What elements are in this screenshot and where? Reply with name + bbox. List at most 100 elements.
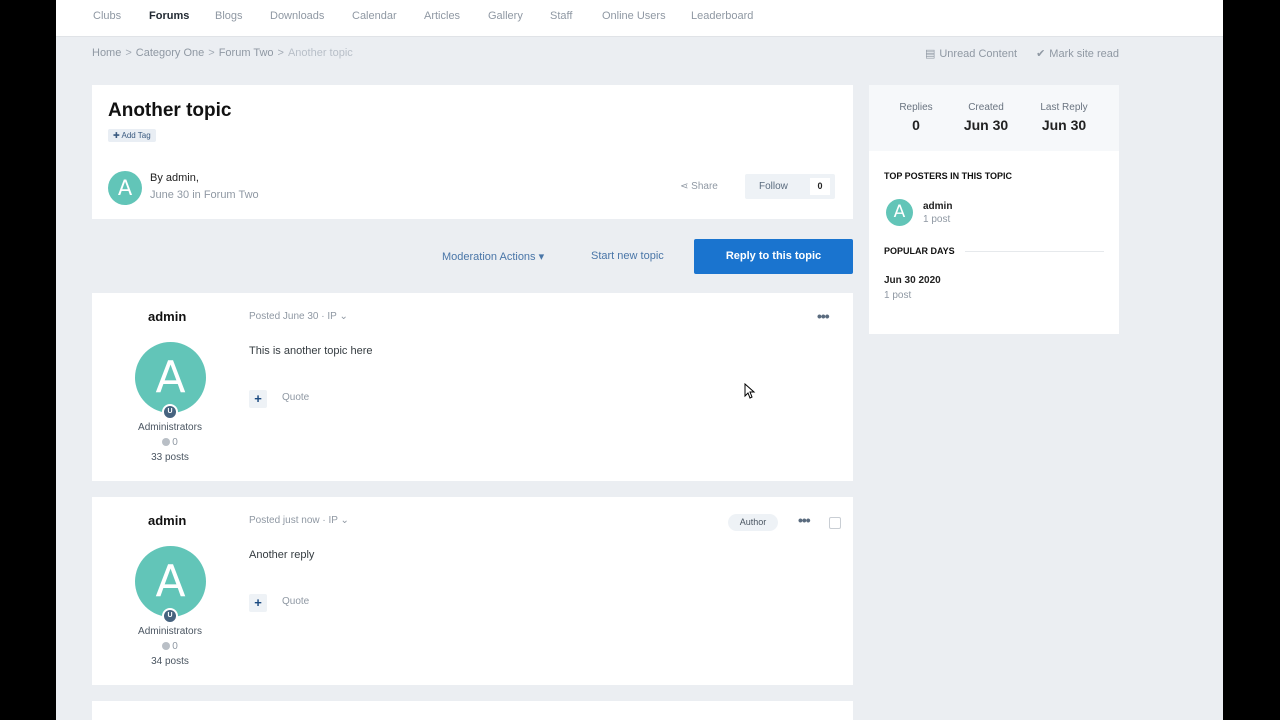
admin-badge-icon: U bbox=[162, 608, 178, 624]
popular-day-date[interactable]: Jun 30 2020 bbox=[884, 275, 941, 286]
nav-gallery[interactable]: Gallery bbox=[488, 10, 523, 22]
mark-site-read-link[interactable]: ✔ Mark site read bbox=[1036, 48, 1119, 60]
stat-value: 0 bbox=[912, 117, 920, 133]
avatar[interactable]: A bbox=[886, 199, 913, 226]
reputation: 0 bbox=[92, 437, 248, 448]
post-meta[interactable]: Posted just now · IP ⌄ bbox=[249, 515, 349, 526]
breadcrumb: Home > Category One > Forum Two > Another topi… bbox=[92, 47, 357, 59]
nav-staff[interactable]: Staff bbox=[550, 10, 572, 22]
reputation: 0 bbox=[92, 641, 248, 652]
chevron-right-icon: > bbox=[125, 47, 132, 59]
add-tag-label: Add Tag bbox=[121, 131, 151, 140]
select-post-checkbox[interactable] bbox=[829, 517, 841, 529]
topic-header: Another topic ✚ Add Tag A By admin, June… bbox=[92, 85, 853, 219]
post-count: 33 posts bbox=[151, 452, 189, 463]
follow-button[interactable]: Follow 0 bbox=[745, 174, 835, 199]
breadcrumb-category[interactable]: Category One bbox=[136, 47, 204, 59]
reply-to-topic-button[interactable]: Reply to this topic bbox=[694, 239, 853, 274]
nav-online-users[interactable]: Online Users bbox=[602, 10, 666, 22]
quote-button[interactable]: Quote bbox=[282, 596, 309, 607]
popular-day-posts: 1 post bbox=[884, 290, 912, 301]
chevron-down-icon: ⌄ bbox=[339, 311, 348, 322]
post: admin A U Administrators 0 34 posts Post… bbox=[92, 497, 853, 685]
stat-label: Replies bbox=[899, 102, 933, 113]
nav-forums[interactable]: Forums bbox=[149, 10, 189, 22]
post-meta[interactable]: Posted June 30 · IP ⌄ bbox=[249, 311, 348, 322]
reputation-value: 0 bbox=[172, 437, 178, 448]
mouse-cursor-icon bbox=[744, 383, 756, 399]
stat-label: Created bbox=[968, 102, 1004, 113]
chevron-right-icon: > bbox=[208, 47, 215, 59]
nav-downloads[interactable]: Downloads bbox=[270, 10, 324, 22]
plus-icon: ✚ bbox=[113, 131, 120, 140]
topic-sidebar: TOP POSTERS IN THIS TOPIC A admin 1 post… bbox=[869, 151, 1119, 334]
popular-days-heading: POPULAR DAYS bbox=[884, 246, 955, 256]
breadcrumb-current: Another topic bbox=[287, 47, 353, 59]
post: admin A U Administrators 0 33 posts Post… bbox=[92, 293, 853, 481]
avatar[interactable]: A bbox=[108, 171, 142, 205]
avatar[interactable]: A bbox=[135, 546, 206, 617]
breadcrumb-home[interactable]: Home bbox=[92, 47, 121, 59]
post-body: Another reply bbox=[249, 549, 315, 561]
avatar[interactable]: A bbox=[135, 342, 206, 413]
admin-badge-icon: U bbox=[162, 404, 178, 420]
divider bbox=[965, 251, 1104, 252]
nav-leaderboard[interactable]: Leaderboard bbox=[691, 10, 753, 22]
unread-content-label: Unread Content bbox=[939, 48, 1018, 60]
start-new-topic-link[interactable]: Start new topic bbox=[591, 250, 664, 262]
follow-count: 0 bbox=[810, 178, 830, 195]
moderation-actions-menu[interactable]: Moderation Actions ▾ bbox=[442, 250, 544, 263]
top-navigation: Clubs Forums Blogs Downloads Calendar Ar… bbox=[56, 0, 1223, 37]
stat-value: Jun 30 bbox=[1041, 117, 1087, 133]
chevron-down-icon: ⌄ bbox=[340, 515, 349, 526]
more-options-icon[interactable]: ••• bbox=[798, 512, 811, 528]
post-count: 34 posts bbox=[151, 656, 189, 667]
stat-replies: Replies 0 bbox=[881, 102, 951, 133]
stat-value: Jun 30 bbox=[963, 117, 1009, 133]
add-tag-button[interactable]: ✚ Add Tag bbox=[108, 129, 156, 142]
topic-author[interactable]: By admin, bbox=[150, 172, 199, 184]
reputation-value: 0 bbox=[172, 641, 178, 652]
share-label: Share bbox=[691, 181, 718, 192]
check-icon: ✔ bbox=[1036, 48, 1046, 60]
page-title: Another topic bbox=[108, 100, 232, 121]
post-body: This is another topic here bbox=[249, 345, 373, 357]
post-author[interactable]: admin bbox=[148, 513, 186, 528]
multiquote-button[interactable]: + bbox=[249, 390, 267, 408]
post-author[interactable]: admin bbox=[148, 309, 186, 324]
caret-down-icon: ▾ bbox=[538, 251, 545, 263]
nav-clubs[interactable]: Clubs bbox=[93, 10, 121, 22]
nav-calendar[interactable]: Calendar bbox=[352, 10, 397, 22]
stat-last-reply: Last Reply Jun 30 bbox=[1029, 102, 1099, 133]
stat-label: Last Reply bbox=[1040, 102, 1088, 113]
post-meta-label: Posted June 30 · IP bbox=[249, 311, 337, 322]
chevron-right-icon: > bbox=[277, 47, 284, 59]
user-group: Administrators bbox=[138, 422, 202, 433]
moderation-actions-label: Moderation Actions bbox=[442, 251, 536, 263]
author-badge: Author bbox=[728, 514, 778, 531]
reputation-dot-icon bbox=[162, 642, 171, 650]
mark-site-read-label: Mark site read bbox=[1049, 48, 1119, 60]
nav-articles[interactable]: Articles bbox=[424, 10, 460, 22]
share-icon: ⋖ bbox=[680, 181, 689, 192]
share-button[interactable]: ⋖ Share bbox=[680, 181, 718, 192]
nav-blogs[interactable]: Blogs bbox=[215, 10, 243, 22]
topic-stats: Replies 0 Created Jun 30 Last Reply Jun … bbox=[869, 85, 1119, 151]
post-meta-label: Posted just now · IP bbox=[249, 515, 338, 526]
page: Clubs Forums Blogs Downloads Calendar Ar… bbox=[56, 0, 1223, 720]
unread-content-link[interactable]: ▤ Unread Content bbox=[925, 48, 1017, 60]
breadcrumb-actions: ▤ Unread Content ✔ Mark site read bbox=[909, 47, 1119, 60]
stat-created: Created Jun 30 bbox=[951, 102, 1021, 133]
topic-date-forum: June 30 in Forum Two bbox=[150, 189, 259, 201]
top-poster-name[interactable]: admin bbox=[923, 201, 952, 212]
top-poster-posts: 1 post bbox=[923, 214, 951, 225]
reputation-dot-icon bbox=[162, 438, 171, 446]
user-group: Administrators bbox=[138, 626, 202, 637]
breadcrumb-forum[interactable]: Forum Two bbox=[219, 47, 274, 59]
newspaper-icon: ▤ bbox=[924, 48, 936, 60]
post bbox=[92, 701, 853, 720]
multiquote-button[interactable]: + bbox=[249, 594, 267, 612]
more-options-icon[interactable]: ••• bbox=[817, 308, 830, 324]
quote-button[interactable]: Quote bbox=[282, 392, 309, 403]
follow-label: Follow bbox=[759, 181, 788, 192]
